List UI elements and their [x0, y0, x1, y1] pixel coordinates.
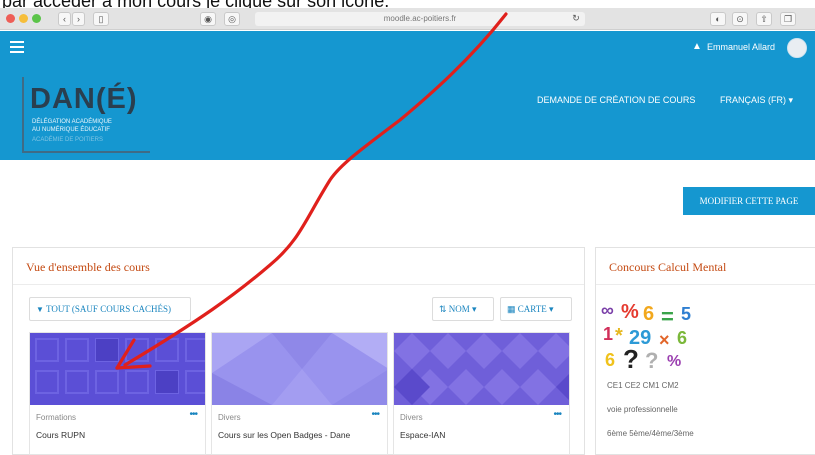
course-card[interactable]: Formations ••• Cours RUPN [29, 332, 206, 455]
course-name[interactable]: Cours RUPN [36, 429, 196, 441]
svg-text:5: 5 [681, 304, 691, 324]
divider [13, 284, 584, 285]
reload-icon[interactable]: ↻ [570, 12, 582, 26]
course-card[interactable]: Divers ••• Espace-IAN [393, 332, 570, 455]
course-overview-title: Vue d'ensemble des cours [26, 260, 150, 274]
svg-text:1: 1 [603, 324, 613, 344]
edit-page-button[interactable]: MODIFIER CETTE PAGE [683, 187, 815, 215]
filter-dropdown[interactable]: ▼ TOUT (SAUF COURS CACHÉS) [29, 297, 191, 321]
svg-text:6: 6 [677, 328, 687, 348]
svg-text:%: % [621, 301, 639, 323]
view-dropdown[interactable]: ▦ CARTE ▾ [500, 297, 572, 321]
language-menu[interactable]: FRANÇAIS (FR) ▾ [720, 95, 793, 106]
dane-logo[interactable]: DAN(É) DÉLÉGATION ACADÉMIQUE AU NUMÉRIQU… [22, 77, 152, 155]
tabs-icon[interactable]: ❐ [780, 12, 796, 26]
forward-icon[interactable]: › [72, 12, 85, 26]
course-menu-icon[interactable]: ••• [553, 409, 561, 420]
sort-dropdown[interactable]: ⇅ NOM ▾ [432, 297, 494, 321]
menu-icon[interactable] [10, 41, 24, 53]
course-image-espace-ian[interactable] [394, 333, 570, 405]
course-category: Formations [36, 413, 77, 422]
calcul-mental-title: Concours Calcul Mental [609, 260, 727, 274]
svg-text:6: 6 [643, 303, 654, 325]
course-menu-icon[interactable]: ••• [371, 409, 379, 420]
course-image-rupn[interactable] [30, 333, 206, 405]
filter-label: TOUT (SAUF COURS CACHÉS) [46, 304, 171, 314]
grid-icon: ▦ [507, 304, 516, 314]
course-name[interactable]: Espace-IAN [400, 429, 560, 441]
back-icon[interactable]: ‹ [58, 12, 71, 26]
browser-toolbar: ‹ › ▯ ◉ ◎ moodle.ac-poitiers.fr ↻ ◐ ⊙ ⇧ … [0, 8, 815, 30]
svg-text:×: × [659, 330, 670, 350]
svg-text:6: 6 [605, 350, 615, 370]
view-label: CARTE ▾ [517, 304, 554, 314]
svg-text:%: % [667, 353, 681, 370]
svg-text:∞: ∞ [601, 300, 614, 320]
logo-title: DAN(É) [30, 83, 138, 115]
svg-text:?: ? [623, 344, 639, 370]
level-primary[interactable]: CE1 CE2 CM1 CM2 [607, 381, 679, 390]
zoom-window-icon[interactable] [32, 14, 41, 23]
course-image-open-badges[interactable] [212, 333, 388, 405]
sort-label: NOM ▾ [448, 304, 477, 314]
downloads-icon[interactable]: ⊙ [732, 12, 748, 26]
minimize-window-icon[interactable] [19, 14, 28, 23]
svg-text:*: * [615, 325, 623, 347]
course-request-link[interactable]: DEMANDE DE CRÉATION DE COURS [537, 95, 695, 105]
course-menu-icon[interactable]: ••• [189, 409, 197, 420]
course-category: Divers [400, 413, 423, 422]
extension-icon-2[interactable]: ◎ [224, 12, 240, 26]
extension-icon[interactable]: ◉ [200, 12, 216, 26]
address-bar[interactable]: moodle.ac-poitiers.fr [255, 12, 585, 26]
filter-icon: ▼ [36, 305, 44, 314]
math-symbols-image[interactable]: ∞ % 6 = 5 1 * 29 × 6 6 ? ? % [599, 296, 699, 370]
logo-line-1: DÉLÉGATION ACADÉMIQUE [32, 119, 112, 125]
close-window-icon[interactable] [6, 14, 15, 23]
sidebar-icon[interactable]: ▯ [93, 12, 109, 26]
site-header: DAN(É) DÉLÉGATION ACADÉMIQUE AU NUMÉRIQU… [0, 65, 815, 160]
logo-line-2: AU NUMÉRIQUE ÉDUCATIF [32, 127, 110, 133]
sort-icon: ⇅ [439, 304, 447, 314]
top-navbar: ▲ Emmanuel Allard [0, 31, 815, 65]
divider [596, 284, 815, 285]
logo-line-3: ACADÉMIE DE POITIERS [32, 137, 104, 143]
level-professional[interactable]: voie professionnelle [607, 405, 678, 414]
user-avatar[interactable] [787, 38, 807, 58]
course-category: Divers [218, 413, 241, 422]
course-name[interactable]: Cours sur les Open Badges - Dane [218, 429, 378, 441]
user-name[interactable]: Emmanuel Allard [707, 42, 775, 52]
notification-bell-icon[interactable]: ▲ [692, 42, 702, 52]
level-college[interactable]: 6ème 5ème/4ème/3ème [607, 429, 694, 438]
pocket-icon[interactable]: ◐ [710, 12, 726, 26]
svg-text:?: ? [645, 348, 658, 370]
svg-text:=: = [661, 304, 674, 329]
course-card[interactable]: Divers ••• Cours sur les Open Badges - D… [211, 332, 388, 455]
url-text: moodle.ac-poitiers.fr [383, 14, 457, 23]
share-icon[interactable]: ⇧ [756, 12, 772, 26]
